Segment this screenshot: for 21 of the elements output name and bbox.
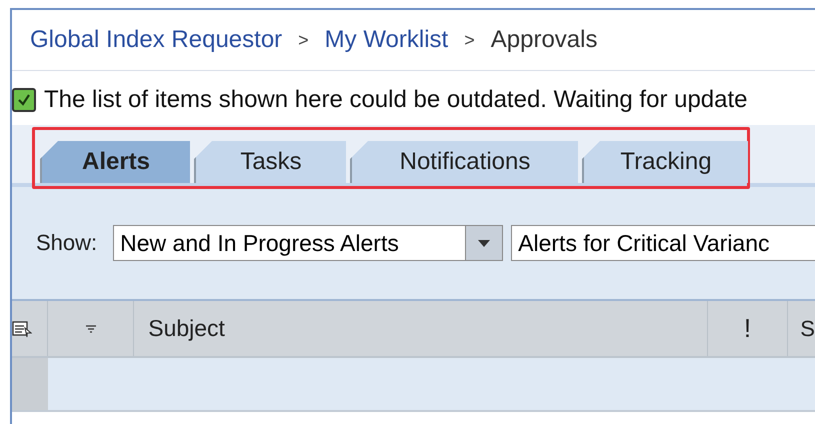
filter-icon[interactable] xyxy=(86,324,96,332)
column-header[interactable]: ! xyxy=(708,301,788,356)
table-settings-icon[interactable] xyxy=(12,320,32,338)
column-header[interactable]: S xyxy=(788,301,815,356)
tab[interactable]: Notifications xyxy=(350,141,578,183)
breadcrumb-link[interactable]: Global Index Requestor xyxy=(30,26,282,54)
breadcrumb-current: Approvals xyxy=(490,26,598,54)
breadcrumb-separator: > xyxy=(298,30,309,50)
tab[interactable]: Alerts xyxy=(40,141,190,183)
category-dropdown[interactable]: Alerts for Critical Varianc xyxy=(511,225,815,261)
filter-dropdown[interactable]: New and In Progress Alerts xyxy=(113,225,504,261)
column-header[interactable]: Subject xyxy=(134,301,708,356)
notice-text: The list of items shown here could be outdated. Waiting for update xyxy=(44,86,748,114)
caret-icon xyxy=(478,240,490,246)
checkbox[interactable] xyxy=(12,88,36,112)
checkmark-icon xyxy=(16,92,32,108)
breadcrumb-separator: > xyxy=(464,30,475,50)
show-label: Show: xyxy=(36,230,98,256)
tab[interactable]: Tracking xyxy=(582,141,748,183)
breadcrumb-link[interactable]: My Worklist xyxy=(324,26,448,54)
tab[interactable]: Tasks xyxy=(194,141,346,183)
